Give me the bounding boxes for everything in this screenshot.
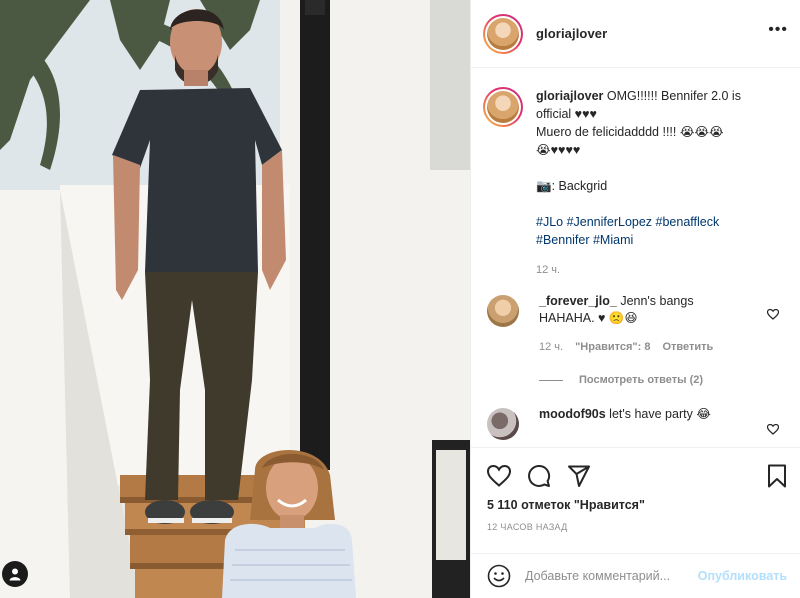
comment-body: moodof90s let's have party 😂: [539, 406, 764, 440]
bookmark-icon: [768, 464, 786, 488]
comment-text: let's have party 😂: [609, 407, 711, 421]
comment-text: HAHAHA. ♥ 🙁😆: [539, 311, 638, 325]
publish-button[interactable]: Опубликовать: [698, 569, 787, 583]
comment-item: _forever_jlo_ Jenn's bangs HAHAHA. ♥ 🙁😆 …: [471, 279, 800, 356]
comment-item: moodof90s let's have party 😂: [471, 386, 800, 440]
heart-icon: [487, 465, 511, 487]
user-tag-icon: [9, 568, 21, 581]
photo-credit: 📷: Backgrid: [536, 179, 608, 193]
post-image: [0, 0, 470, 598]
save-button[interactable]: [767, 464, 787, 488]
post-actions-section: 5 110 отметок "Нравится" 12 ЧАСОВ НАЗАД: [471, 447, 800, 553]
reply-button[interactable]: Ответить: [662, 339, 713, 356]
author-avatar[interactable]: [483, 13, 523, 54]
caption-username[interactable]: gloriajlover: [536, 89, 603, 103]
comment-timestamp[interactable]: 12 ч.: [539, 339, 563, 356]
like-button[interactable]: [487, 465, 511, 487]
view-replies-label: Посмотреть ответы (2): [579, 374, 704, 386]
caption-body: gloriajlover OMG!!!!!! Bennifer 2.0 is o…: [536, 87, 786, 279]
post-side-panel: gloriajlover ••• gloriajlover OMG!!!!!! …: [470, 0, 800, 598]
comment-meta: 12 ч. "Нравится": 8 Ответить: [539, 339, 764, 356]
view-replies-button[interactable]: Посмотреть ответы (2): [471, 356, 800, 386]
commenter-avatar[interactable]: [487, 408, 519, 440]
share-icon: [568, 465, 590, 487]
add-comment-bar: Опубликовать: [471, 553, 800, 598]
comments-list[interactable]: gloriajlover OMG!!!!!! Bennifer 2.0 is o…: [471, 69, 800, 447]
replies-divider: [539, 379, 563, 381]
caption-text-line: 😭♥♥♥♥: [536, 143, 581, 157]
post-caption: gloriajlover OMG!!!!!! Bennifer 2.0 is o…: [471, 69, 800, 279]
author-username[interactable]: gloriajlover: [536, 26, 607, 41]
comment-like-heart-icon[interactable]: [767, 424, 779, 435]
more-options-icon[interactable]: •••: [768, 22, 788, 38]
action-bar: [471, 448, 800, 492]
comment-text: Jenn's bangs: [620, 294, 694, 308]
likes-count[interactable]: 5 110 отметок "Нравится": [471, 492, 800, 512]
comment-likes[interactable]: "Нравится": 8: [575, 339, 650, 356]
post-photo[interactable]: [0, 0, 470, 598]
share-button[interactable]: [567, 465, 591, 487]
commenter-username[interactable]: _forever_jlo_: [539, 294, 617, 308]
comment-button[interactable]: [527, 464, 551, 488]
caption-text-line: official ♥♥♥: [536, 107, 597, 121]
post-header: gloriajlover •••: [471, 0, 800, 68]
caption-timestamp[interactable]: 12 ч.: [536, 261, 786, 279]
caption-text-line: Muero de felicidadddd !!!! 😭😭😭: [536, 125, 724, 139]
instagram-post-modal: gloriajlover ••• gloriajlover OMG!!!!!! …: [0, 0, 800, 598]
post-age[interactable]: 12 ЧАСОВ НАЗАД: [471, 512, 800, 532]
comment-body: _forever_jlo_ Jenn's bangs HAHAHA. ♥ 🙁😆 …: [539, 293, 764, 356]
commenter-username[interactable]: moodof90s: [539, 407, 606, 421]
comment-input[interactable]: [525, 569, 698, 583]
commenter-avatar[interactable]: [487, 295, 519, 327]
user-tag-button[interactable]: [2, 561, 28, 587]
caption-author-avatar[interactable]: [483, 87, 523, 127]
caption-text-line: OMG!!!!!! Bennifer 2.0 is: [606, 89, 741, 103]
comment-icon: [528, 465, 551, 487]
emoji-icon[interactable]: [487, 564, 511, 588]
comment-like-heart-icon[interactable]: [767, 309, 779, 320]
hashtags-line[interactable]: #Bennifer #Miami: [536, 231, 786, 249]
hashtags-line[interactable]: #JLo #JenniferLopez #benaffleck: [536, 213, 786, 231]
